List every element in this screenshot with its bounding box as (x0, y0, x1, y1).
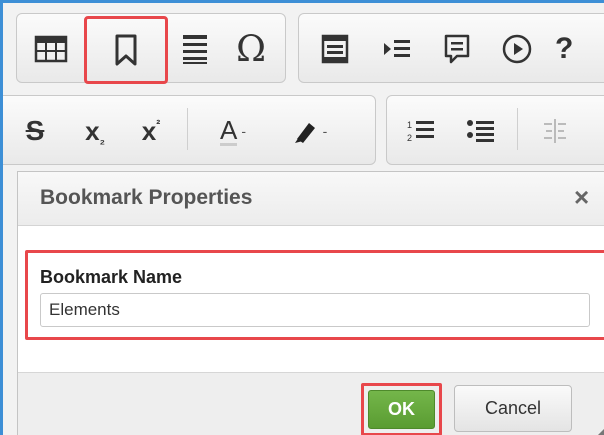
play-icon[interactable] (489, 21, 545, 77)
subscript-icon[interactable]: x₂ (67, 103, 123, 159)
bookmark-icon (115, 34, 137, 66)
bookmark-name-label: Bookmark Name (40, 267, 183, 287)
dialog-title: Bookmark Properties (40, 186, 253, 209)
toolbar-row-1: Ω ? (6, 13, 604, 85)
resize-grip-icon[interactable] (590, 429, 604, 435)
horizontal-rule-icon[interactable] (167, 21, 223, 77)
bookmark-name-field-group: Bookmark Name (25, 250, 604, 340)
dialog-footer: OK Cancel (18, 372, 604, 435)
help-glyph: ? (555, 32, 574, 65)
toolbar-group-lists: 1 2 (386, 95, 604, 165)
ok-button-highlight: OK (361, 383, 442, 435)
comment-icon[interactable] (429, 21, 485, 77)
help-icon[interactable]: ? (555, 21, 604, 77)
subscript-glyph: x₂ (85, 116, 105, 147)
highlight-color-icon[interactable]: - (277, 103, 341, 159)
chevron-down-icon: - (241, 123, 246, 139)
align-icon[interactable] (527, 103, 583, 159)
ok-button[interactable]: OK (368, 390, 435, 429)
subscript-base: x (85, 115, 100, 146)
font-color-glyph: A (219, 114, 238, 146)
superscript-index: ² (156, 116, 161, 131)
toolbar-row-2: S x₂ x² A - - 1 2 (3, 95, 604, 165)
indent-icon[interactable] (369, 21, 425, 77)
svg-text:1: 1 (407, 120, 412, 130)
dialog-titlebar[interactable]: Bookmark Properties × (18, 172, 604, 226)
strikethrough-glyph: S (25, 115, 45, 146)
toolbar-group-insert: Ω (16, 13, 286, 84)
omega-glyph: Ω (236, 28, 266, 70)
cancel-button[interactable]: Cancel (454, 385, 572, 432)
chevron-down-icon: - (322, 123, 328, 139)
close-icon[interactable]: × (574, 182, 589, 213)
subscript-index: ₂ (99, 132, 105, 147)
bookmark-name-input[interactable] (40, 293, 590, 327)
bookmark-properties-dialog: Bookmark Properties × Bookmark Name OK C… (17, 171, 604, 435)
bulleted-list-icon[interactable] (453, 103, 509, 159)
omega-icon[interactable]: Ω (223, 21, 279, 77)
table-icon[interactable] (23, 21, 79, 77)
numbered-list-icon[interactable]: 1 2 (393, 103, 449, 159)
toolbar-group-tools: ? (298, 13, 604, 83)
svg-text:2: 2 (407, 133, 412, 143)
bookmark-button[interactable] (84, 16, 168, 84)
editor-frame: Ω ? S x₂ x² A - - 1 2 Bookmark Propertie… (0, 0, 604, 435)
superscript-base: x (141, 115, 157, 146)
toolbar-separator (187, 108, 188, 150)
superscript-icon[interactable]: x² (123, 103, 179, 159)
superscript-glyph: x² (142, 116, 160, 147)
toolbar-separator (517, 108, 518, 150)
page-block-icon[interactable] (307, 21, 363, 77)
toolbar-group-format: S x₂ x² A - - (3, 95, 376, 165)
strikethrough-icon[interactable]: S (7, 103, 63, 159)
font-color-icon[interactable]: A - (201, 103, 265, 159)
